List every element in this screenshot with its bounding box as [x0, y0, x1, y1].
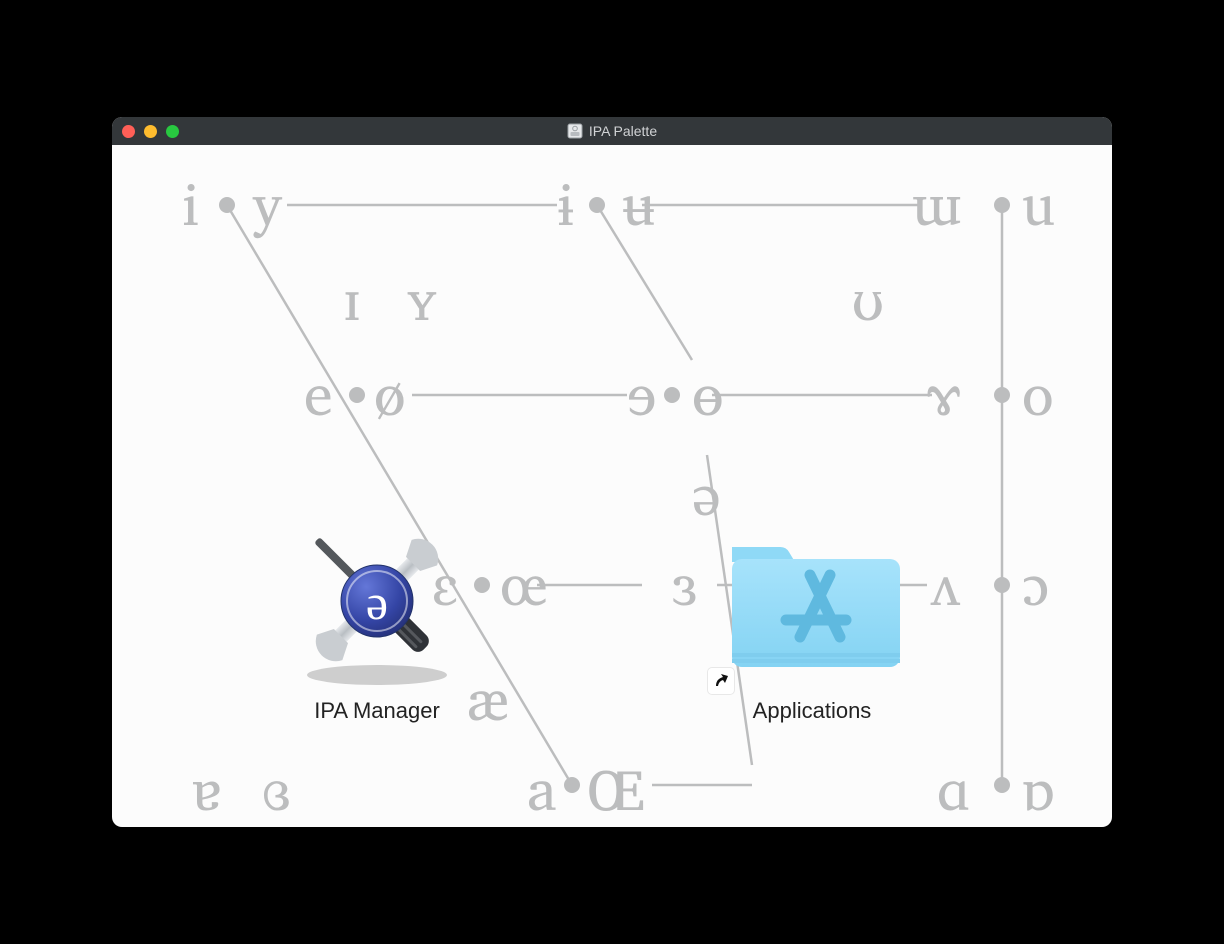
shortcut-arrow-badge	[708, 668, 734, 694]
ipa-manager-icon: ə	[287, 515, 467, 690]
applications-label: Applications	[753, 698, 872, 724]
dmg-window: IPA Palette	[112, 117, 1112, 827]
window-content: i y ɨ ʉ ɯ u ɪ ʏ ʊ e ø ɘ ɵ ɤ o ə ɛ œ ɜ ʌ	[112, 145, 1112, 827]
svg-text:ə: ə	[366, 574, 388, 630]
ipa-manager-label: IPA Manager	[314, 698, 440, 724]
titlebar[interactable]: IPA Palette	[112, 117, 1112, 145]
window-title: IPA Palette	[112, 123, 1112, 139]
traffic-lights	[122, 125, 179, 138]
ipa-manager-app[interactable]: ə IPA Manager	[232, 515, 522, 724]
applications-folder-icon	[712, 525, 912, 685]
close-button[interactable]	[122, 125, 135, 138]
zoom-button[interactable]	[166, 125, 179, 138]
minimize-button[interactable]	[144, 125, 157, 138]
applications-folder-shortcut[interactable]: Applications	[682, 525, 942, 724]
disk-image-icon	[567, 123, 583, 139]
